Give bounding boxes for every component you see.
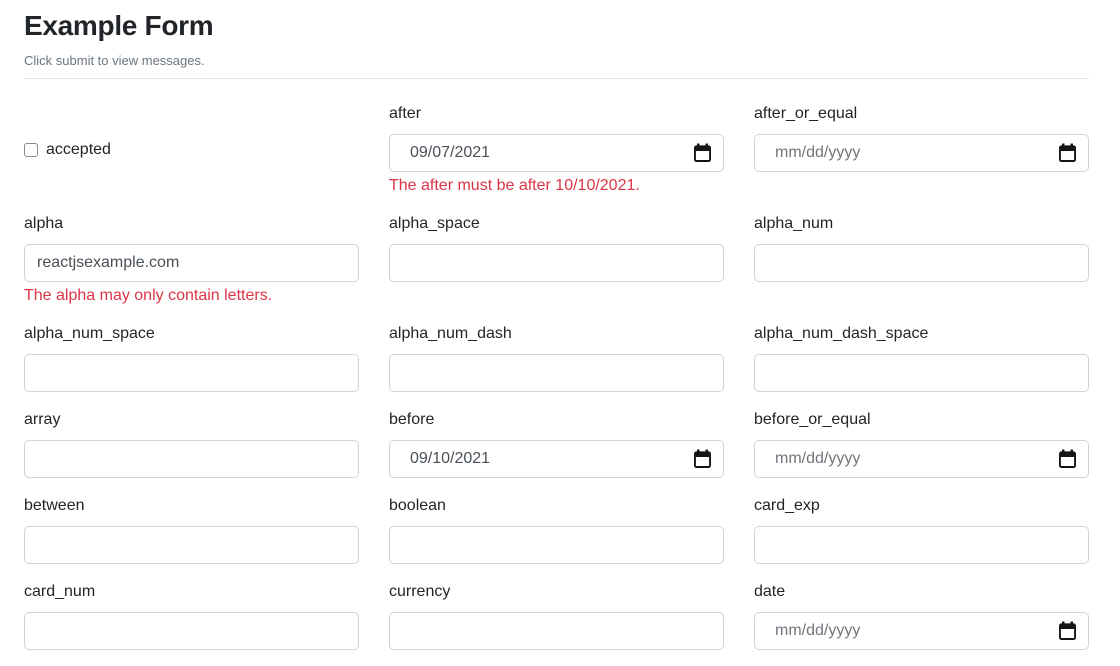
calendar-icon[interactable]: [694, 449, 711, 468]
alpha_space-input[interactable]: [389, 244, 724, 282]
after_or_equal-placeholder: mm/dd/yyyy: [775, 141, 1051, 165]
before_or_equal-input[interactable]: mm/dd/yyyy: [754, 440, 1089, 478]
array-input[interactable]: [24, 440, 359, 478]
before_or_equal-placeholder: mm/dd/yyyy: [775, 447, 1051, 471]
after-input[interactable]: 09/07/2021: [389, 134, 724, 172]
alpha-label: alpha: [24, 212, 359, 236]
alpha_num-input[interactable]: [754, 244, 1089, 282]
after-value: 09/07/2021: [410, 141, 686, 165]
page-container: Example Form Click submit to view messag…: [0, 0, 1120, 666]
field-boolean: boolean: [389, 494, 724, 564]
alpha_num_dash-label: alpha_num_dash: [389, 322, 724, 346]
field-date: date mm/dd/yyyy: [754, 580, 1089, 650]
date-input[interactable]: mm/dd/yyyy: [754, 612, 1089, 650]
array-label: array: [24, 408, 359, 432]
field-before_or_equal: before_or_equal mm/dd/yyyy: [754, 408, 1089, 478]
after-label: after: [389, 102, 724, 126]
date-label: date: [754, 580, 1089, 604]
field-before: before 09/10/2021: [389, 408, 724, 478]
currency-input[interactable]: [389, 612, 724, 650]
alpha_num_space-label: alpha_num_space: [24, 322, 359, 346]
field-alpha_num_space: alpha_num_space: [24, 322, 359, 392]
calendar-icon[interactable]: [1059, 621, 1076, 640]
alpha_num_dash_space-label: alpha_num_dash_space: [754, 322, 1089, 346]
alpha_num-label: alpha_num: [754, 212, 1089, 236]
field-accepted: accepted: [24, 102, 359, 196]
boolean-label: boolean: [389, 494, 724, 518]
field-alpha_num_dash_space: alpha_num_dash_space: [754, 322, 1089, 392]
field-alpha: alpha The alpha may only contain letters.: [24, 212, 359, 306]
boolean-input[interactable]: [389, 526, 724, 564]
after_or_equal-input[interactable]: mm/dd/yyyy: [754, 134, 1089, 172]
alpha_num_dash-input[interactable]: [389, 354, 724, 392]
alpha-input[interactable]: [24, 244, 359, 282]
after-error: The after must be after 10/10/2021.: [389, 176, 724, 196]
currency-label: currency: [389, 580, 724, 604]
divider: [24, 78, 1089, 79]
card_num-input[interactable]: [24, 612, 359, 650]
field-array: array: [24, 408, 359, 478]
example-form: accepted after 09/07/2021 The after must …: [24, 102, 1089, 666]
after_or_equal-label: after_or_equal: [754, 102, 1089, 126]
field-alpha_num_dash: alpha_num_dash: [389, 322, 724, 392]
field-between: between: [24, 494, 359, 564]
card_exp-label: card_exp: [754, 494, 1089, 518]
accepted-checkbox-label: accepted: [46, 138, 111, 162]
calendar-icon[interactable]: [694, 143, 711, 162]
field-after: after 09/07/2021 The after must be after …: [389, 102, 724, 196]
calendar-icon[interactable]: [1059, 449, 1076, 468]
field-alpha_space: alpha_space: [389, 212, 724, 306]
before_or_equal-label: before_or_equal: [754, 408, 1089, 432]
accepted-checkbox[interactable]: [24, 143, 38, 157]
alpha_num_space-input[interactable]: [24, 354, 359, 392]
card_num-label: card_num: [24, 580, 359, 604]
before-input[interactable]: 09/10/2021: [389, 440, 724, 478]
date-placeholder: mm/dd/yyyy: [775, 619, 1051, 643]
field-card_exp: card_exp: [754, 494, 1089, 564]
alpha-error: The alpha may only contain letters.: [24, 286, 359, 306]
alpha_space-label: alpha_space: [389, 212, 724, 236]
card_exp-input[interactable]: [754, 526, 1089, 564]
field-after_or_equal: after_or_equal mm/dd/yyyy: [754, 102, 1089, 196]
field-card_num: card_num: [24, 580, 359, 650]
between-label: between: [24, 494, 359, 518]
calendar-icon[interactable]: [1059, 143, 1076, 162]
page-title: Example Form: [24, 9, 1089, 43]
field-alpha_num: alpha_num: [754, 212, 1089, 306]
before-value: 09/10/2021: [410, 447, 686, 471]
alpha_num_dash_space-input[interactable]: [754, 354, 1089, 392]
between-input[interactable]: [24, 526, 359, 564]
before-label: before: [389, 408, 724, 432]
page-subtitle: Click submit to view messages.: [24, 51, 1089, 70]
field-currency: currency: [389, 580, 724, 650]
